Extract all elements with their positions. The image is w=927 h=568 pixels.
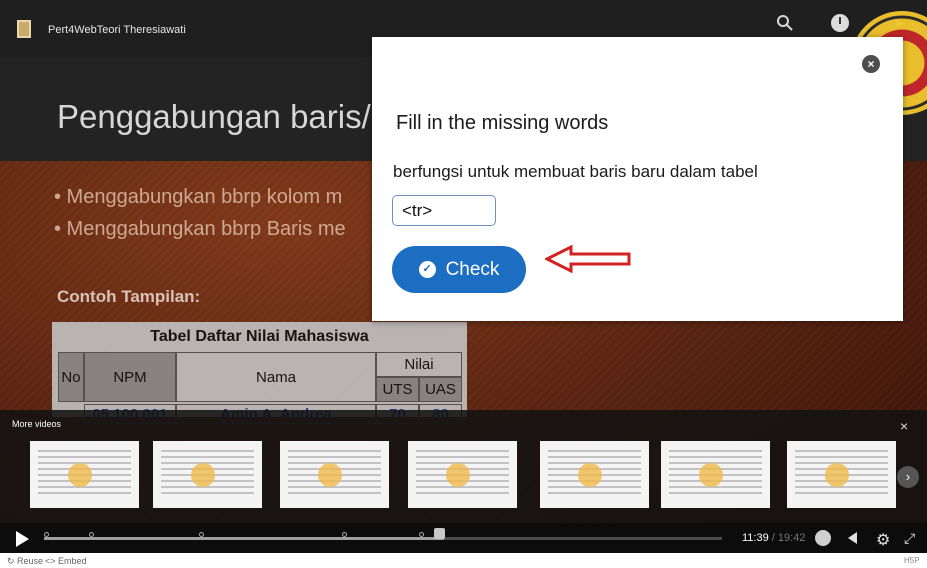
check-button[interactable]: ✓ Check [392,246,526,293]
time-display: 11:39 / 19:42 [742,532,805,544]
player-footer: ↻ Reuse <> Embed H5P [0,553,927,568]
search-icon[interactable] [776,14,794,32]
video-thumbnail[interactable] [153,441,262,508]
fullscreen-icon[interactable]: ⤢ [904,530,915,547]
embed-link[interactable]: <> Embed [45,556,87,566]
close-icon[interactable]: × [862,55,880,73]
table-header-npm: NPM [84,352,176,402]
thumbnail-logo [446,463,470,487]
table-header-no: No [58,352,84,402]
more-videos-panel: More videos × › [0,410,927,523]
thumbnail-logo [699,463,723,487]
table-caption: Tabel Daftar Nilai Mahasiswa [150,328,369,345]
chapter-marker[interactable] [44,532,49,537]
volume-icon[interactable] [848,532,857,544]
chapter-marker[interactable] [419,532,424,537]
video-thumbnail[interactable] [540,441,649,508]
slide-bullet: • Menggabungkan bbrp Baris me [54,218,346,240]
question-text: berfungsi untuk membuat baris baru dalam… [393,162,758,181]
table-header-nama: Nama [176,352,376,402]
close-icon[interactable]: × [900,418,908,434]
chevron-right-icon[interactable]: › [897,466,919,488]
table-header-nilai: Nilai [376,352,462,377]
more-videos-label: More videos [12,419,62,429]
dialog-title: Fill in the missing words [396,112,609,134]
presentation-icon [17,20,31,38]
annotation-arrow-icon [545,244,631,274]
video-thumbnail[interactable] [280,441,389,508]
current-time: 11:39 [742,532,769,544]
table-header-uas: UAS [419,377,462,402]
slide-title: Penggabungan baris/ [57,98,371,135]
example-table: Tabel Daftar Nilai Mahasiswa No NPM Nama… [52,322,467,424]
playback-speed-icon[interactable] [815,530,831,546]
answer-input[interactable] [392,195,496,226]
check-circle-icon: ✓ [418,261,436,278]
slide-bullet: • Menggabungkan bbrp kolom m [54,186,343,208]
thumbnail-logo [318,463,342,487]
h5p-logo: H5P [904,556,920,565]
fill-in-blanks-dialog: × Fill in the missing words berfungsi un… [372,37,903,321]
chapter-marker[interactable] [89,532,94,537]
seek-bar-progress [44,537,445,540]
video-thumbnail[interactable] [661,441,770,508]
thumbnail-logo [191,463,215,487]
table-header-uts: UTS [376,377,419,402]
gear-icon[interactable]: ⚙ [876,530,890,550]
player-controls: 11:39 / 19:42 ⚙ ⤢ [0,523,927,553]
chapter-marker[interactable] [342,532,347,537]
thumbnail-logo [825,463,849,487]
check-label: Check [445,258,500,280]
example-label: Contoh Tampilan: [57,287,201,306]
play-icon[interactable] [16,531,29,547]
thumbnail-logo [578,463,602,487]
video-thumbnail[interactable] [787,441,896,508]
video-thumbnail[interactable] [408,441,517,508]
video-title: Pert4WebTeori Theresiawati [48,24,186,36]
lock-icon [434,528,445,539]
total-time: 19:42 [777,532,806,544]
reuse-link[interactable]: ↻ Reuse [7,556,43,567]
thumbnail-logo [68,463,92,487]
seek-bar[interactable] [44,532,722,540]
watch-later-icon[interactable] [831,14,849,32]
chapter-marker[interactable] [199,532,204,537]
video-thumbnail[interactable] [30,441,139,508]
